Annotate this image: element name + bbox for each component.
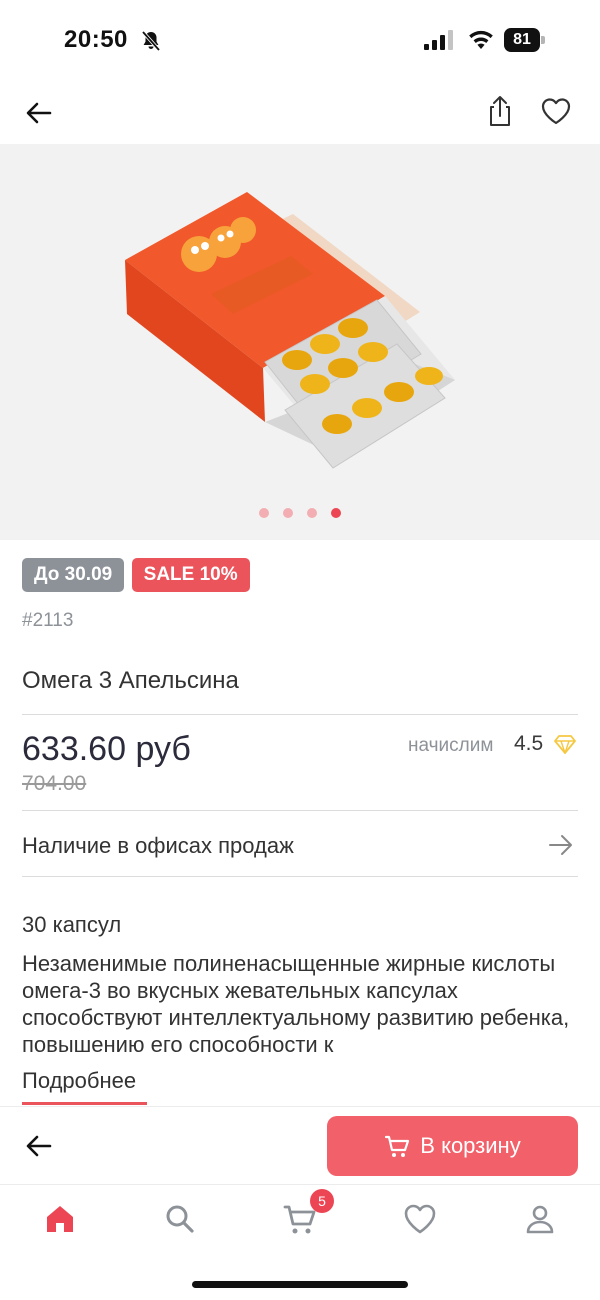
gallery-dot[interactable] (307, 508, 317, 518)
battery-indicator: 81 (504, 28, 545, 52)
battery-level: 81 (504, 28, 540, 52)
bonus-label: начислим (408, 735, 494, 756)
product-price: 633.60 руб (22, 730, 191, 768)
cart-icon (385, 1135, 410, 1157)
divider (22, 810, 578, 811)
diamond-icon (554, 735, 576, 754)
product-title: Омега 3 Апельсина (22, 667, 239, 694)
bonus-value: 4.5 (514, 732, 544, 755)
signal-icon (424, 30, 453, 50)
divider (22, 876, 578, 877)
read-more-link[interactable]: Подробнее (22, 1068, 136, 1094)
bell-slash-icon (141, 30, 161, 52)
gallery-dot[interactable] (259, 508, 269, 518)
availability-row[interactable]: Наличие в офисах продаж (0, 812, 600, 876)
back-arrow-icon[interactable] (24, 98, 54, 128)
cart-count-badge: 5 (310, 1189, 334, 1213)
status-time: 20:50 (64, 26, 128, 53)
promo-date-badge: До 30.09 (22, 558, 125, 592)
gallery-dot-active[interactable] (331, 508, 341, 518)
share-icon[interactable] (484, 94, 516, 128)
capsule-count: 30 капсул (22, 912, 122, 937)
read-more-underline (22, 1102, 147, 1105)
search-icon[interactable] (162, 1201, 198, 1237)
home-indicator (192, 1281, 408, 1288)
action-bar: В корзину (0, 1106, 600, 1184)
user-icon[interactable] (522, 1201, 558, 1237)
arrow-right-icon (549, 835, 572, 855)
divider (22, 714, 578, 715)
availability-label: Наличие в офисах продаж (22, 833, 294, 858)
product-gallery[interactable] (0, 144, 600, 540)
home-icon[interactable] (42, 1201, 78, 1237)
sale-badge: SALE 10% (131, 558, 250, 592)
top-nav (0, 80, 600, 144)
back-arrow-icon[interactable] (24, 1131, 54, 1161)
status-bar: 20:50 81 (0, 0, 600, 80)
heart-icon[interactable] (402, 1201, 438, 1237)
add-to-cart-label: В корзину (420, 1133, 521, 1158)
product-sku: #2113 (22, 610, 74, 631)
product-description: Незаменимые полиненасыщенные жирные кисл… (22, 951, 570, 1057)
heart-icon[interactable] (540, 96, 572, 126)
gallery-dot[interactable] (283, 508, 293, 518)
wifi-icon (469, 30, 493, 49)
product-old-price: 704.00 (22, 772, 87, 795)
gallery-dots[interactable] (0, 508, 600, 518)
promo-badges: До 30.09 SALE 10% (22, 558, 253, 592)
add-to-cart-button[interactable]: В корзину (327, 1116, 578, 1176)
product-image (125, 192, 455, 469)
